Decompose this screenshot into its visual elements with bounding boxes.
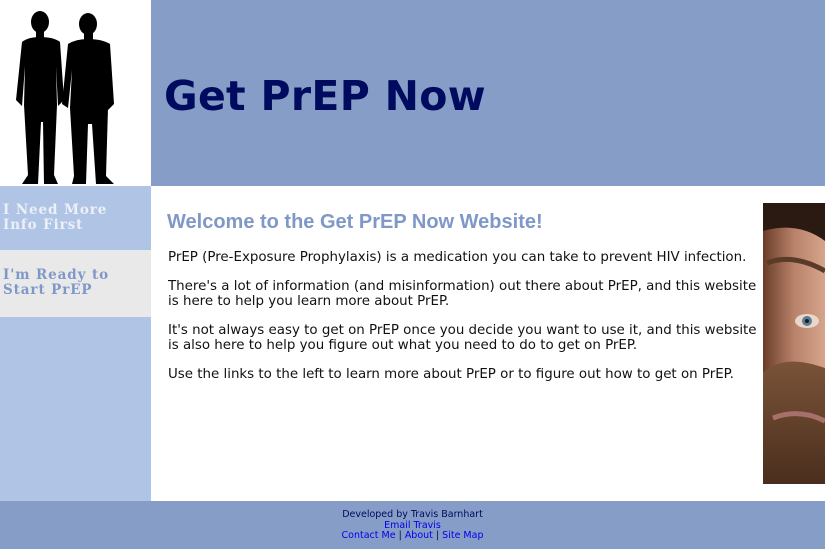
sidebar-item-label: I Need More <box>3 202 108 218</box>
site-logo <box>0 0 151 186</box>
paragraph: There's a lot of information (and misinf… <box>168 278 757 310</box>
sidebar-nav: I Need More Info First I'm Ready to Star… <box>0 186 151 501</box>
site-footer: Developed by Travis Barnhart Email Travi… <box>0 501 825 549</box>
welcome-heading: Welcome to the Get PrEP Now Website! <box>167 211 543 233</box>
paragraph: PrEP (Pre-Exposure Prophylaxis) is a med… <box>168 250 747 265</box>
sidebar-item-label: Info First <box>3 217 84 233</box>
sidebar-item-label: Start PrEP <box>3 282 93 298</box>
sidebar-item-info-first[interactable]: I Need More Info First <box>0 186 151 250</box>
about-link[interactable]: About <box>405 530 433 541</box>
main-content: Welcome to the Get PrEP Now Website! PrE… <box>151 186 825 501</box>
sidebar-item-label: I'm Ready to <box>3 267 110 283</box>
sidebar-item-ready-to-start[interactable]: I'm Ready to Start PrEP <box>0 250 151 317</box>
separator: | <box>398 530 402 541</box>
footer-links: Contact Me | About | Site Map <box>0 530 825 542</box>
separator: | <box>435 530 440 541</box>
email-link[interactable]: Email Travis <box>384 520 441 531</box>
site-map-link[interactable]: Site Map <box>442 530 483 541</box>
paragraph: Use the links to the left to learn more … <box>168 366 734 382</box>
intro-text: PrEP (Pre-Exposure Prophylaxis) is a med… <box>168 250 758 395</box>
man-portrait-photo <box>763 203 825 484</box>
site-title: Get PrEP Now <box>164 72 486 120</box>
site-header: Get PrEP Now <box>151 0 825 186</box>
two-men-silhouette-icon <box>16 11 114 184</box>
contact-link[interactable]: Contact Me <box>342 530 396 541</box>
paragraph: It's not always easy to get on PrEP once… <box>168 322 757 354</box>
